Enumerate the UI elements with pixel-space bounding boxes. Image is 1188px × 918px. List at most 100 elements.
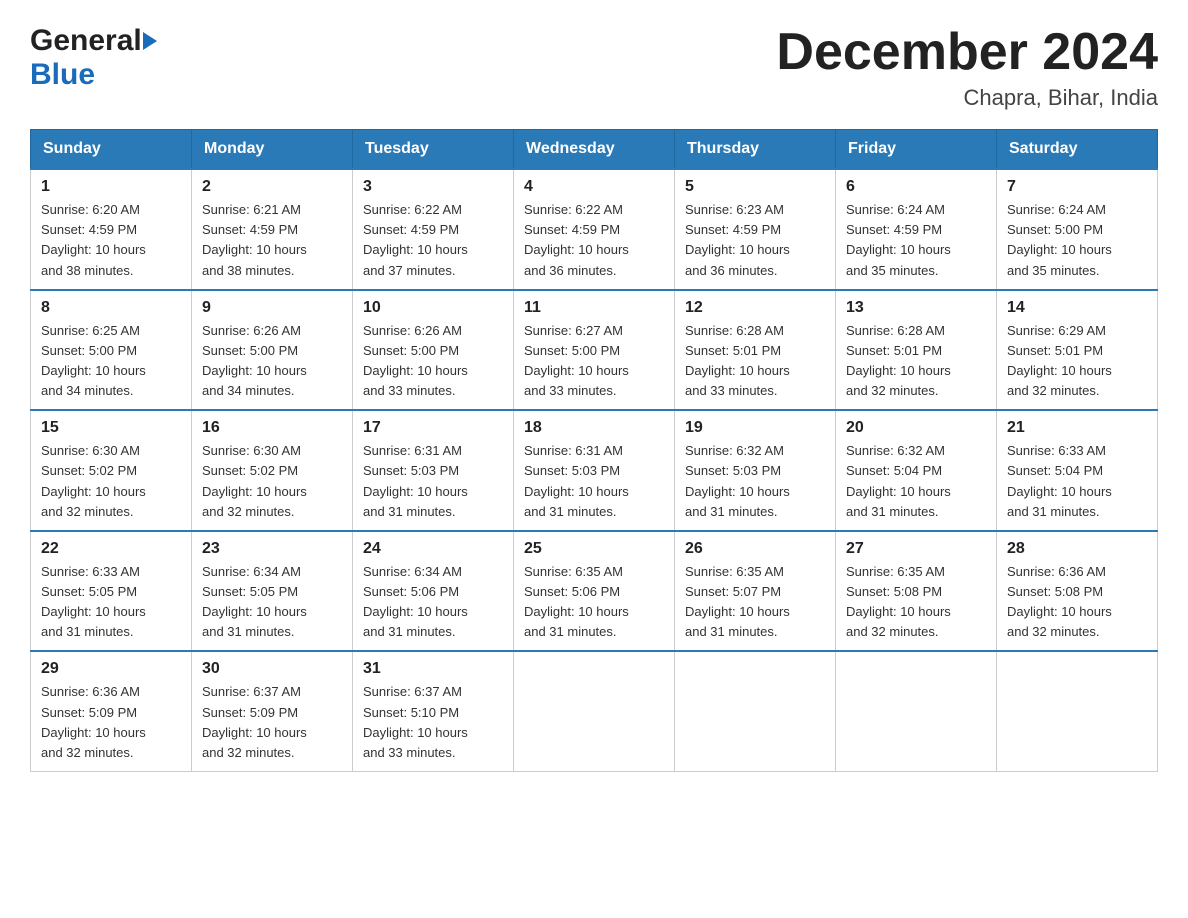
page-header: General Blue December 2024 Chapra, Bihar…	[30, 24, 1158, 111]
day-info: Sunrise: 6:21 AM Sunset: 4:59 PM Dayligh…	[202, 200, 342, 281]
title-section: December 2024 Chapra, Bihar, India	[776, 24, 1158, 111]
calendar-header-friday: Friday	[836, 130, 997, 170]
calendar-header-sunday: Sunday	[31, 130, 192, 170]
day-number: 24	[363, 540, 503, 558]
calendar-cell: 14 Sunrise: 6:29 AM Sunset: 5:01 PM Dayl…	[997, 290, 1158, 411]
calendar-cell: 21 Sunrise: 6:33 AM Sunset: 5:04 PM Dayl…	[997, 410, 1158, 531]
day-info: Sunrise: 6:36 AM Sunset: 5:08 PM Dayligh…	[1007, 562, 1147, 643]
day-number: 12	[685, 299, 825, 317]
day-number: 11	[524, 299, 664, 317]
day-info: Sunrise: 6:26 AM Sunset: 5:00 PM Dayligh…	[202, 321, 342, 402]
day-info: Sunrise: 6:33 AM Sunset: 5:04 PM Dayligh…	[1007, 441, 1147, 522]
calendar-cell: 17 Sunrise: 6:31 AM Sunset: 5:03 PM Dayl…	[353, 410, 514, 531]
day-info: Sunrise: 6:35 AM Sunset: 5:07 PM Dayligh…	[685, 562, 825, 643]
day-number: 19	[685, 419, 825, 437]
day-number: 29	[41, 660, 181, 678]
calendar-cell: 20 Sunrise: 6:32 AM Sunset: 5:04 PM Dayl…	[836, 410, 997, 531]
calendar-cell: 11 Sunrise: 6:27 AM Sunset: 5:00 PM Dayl…	[514, 290, 675, 411]
calendar-cell: 12 Sunrise: 6:28 AM Sunset: 5:01 PM Dayl…	[675, 290, 836, 411]
day-info: Sunrise: 6:25 AM Sunset: 5:00 PM Dayligh…	[41, 321, 181, 402]
calendar-cell: 28 Sunrise: 6:36 AM Sunset: 5:08 PM Dayl…	[997, 531, 1158, 652]
day-info: Sunrise: 6:30 AM Sunset: 5:02 PM Dayligh…	[41, 441, 181, 522]
calendar-table: SundayMondayTuesdayWednesdayThursdayFrid…	[30, 129, 1158, 772]
calendar-cell	[675, 651, 836, 771]
calendar-cell	[997, 651, 1158, 771]
day-info: Sunrise: 6:22 AM Sunset: 4:59 PM Dayligh…	[363, 200, 503, 281]
day-info: Sunrise: 6:35 AM Sunset: 5:08 PM Dayligh…	[846, 562, 986, 643]
day-info: Sunrise: 6:34 AM Sunset: 5:06 PM Dayligh…	[363, 562, 503, 643]
calendar-week-row: 22 Sunrise: 6:33 AM Sunset: 5:05 PM Dayl…	[31, 531, 1158, 652]
calendar-cell: 30 Sunrise: 6:37 AM Sunset: 5:09 PM Dayl…	[192, 651, 353, 771]
day-info: Sunrise: 6:24 AM Sunset: 5:00 PM Dayligh…	[1007, 200, 1147, 281]
calendar-week-row: 29 Sunrise: 6:36 AM Sunset: 5:09 PM Dayl…	[31, 651, 1158, 771]
calendar-week-row: 1 Sunrise: 6:20 AM Sunset: 4:59 PM Dayli…	[31, 169, 1158, 290]
calendar-header-wednesday: Wednesday	[514, 130, 675, 170]
calendar-cell: 4 Sunrise: 6:22 AM Sunset: 4:59 PM Dayli…	[514, 169, 675, 290]
calendar-cell: 23 Sunrise: 6:34 AM Sunset: 5:05 PM Dayl…	[192, 531, 353, 652]
day-info: Sunrise: 6:34 AM Sunset: 5:05 PM Dayligh…	[202, 562, 342, 643]
calendar-cell: 6 Sunrise: 6:24 AM Sunset: 4:59 PM Dayli…	[836, 169, 997, 290]
calendar-cell: 31 Sunrise: 6:37 AM Sunset: 5:10 PM Dayl…	[353, 651, 514, 771]
day-number: 10	[363, 299, 503, 317]
day-number: 9	[202, 299, 342, 317]
calendar-cell: 5 Sunrise: 6:23 AM Sunset: 4:59 PM Dayli…	[675, 169, 836, 290]
day-info: Sunrise: 6:32 AM Sunset: 5:03 PM Dayligh…	[685, 441, 825, 522]
day-number: 4	[524, 178, 664, 196]
day-info: Sunrise: 6:24 AM Sunset: 4:59 PM Dayligh…	[846, 200, 986, 281]
day-number: 17	[363, 419, 503, 437]
day-number: 1	[41, 178, 181, 196]
day-number: 31	[363, 660, 503, 678]
day-info: Sunrise: 6:28 AM Sunset: 5:01 PM Dayligh…	[846, 321, 986, 402]
calendar-cell	[836, 651, 997, 771]
calendar-header-monday: Monday	[192, 130, 353, 170]
day-info: Sunrise: 6:33 AM Sunset: 5:05 PM Dayligh…	[41, 562, 181, 643]
day-number: 18	[524, 419, 664, 437]
calendar-cell: 19 Sunrise: 6:32 AM Sunset: 5:03 PM Dayl…	[675, 410, 836, 531]
calendar-cell: 16 Sunrise: 6:30 AM Sunset: 5:02 PM Dayl…	[192, 410, 353, 531]
day-number: 20	[846, 419, 986, 437]
calendar-cell: 2 Sunrise: 6:21 AM Sunset: 4:59 PM Dayli…	[192, 169, 353, 290]
day-number: 21	[1007, 419, 1147, 437]
calendar-header-tuesday: Tuesday	[353, 130, 514, 170]
calendar-cell: 25 Sunrise: 6:35 AM Sunset: 5:06 PM Dayl…	[514, 531, 675, 652]
day-number: 28	[1007, 540, 1147, 558]
calendar-week-row: 8 Sunrise: 6:25 AM Sunset: 5:00 PM Dayli…	[31, 290, 1158, 411]
day-number: 26	[685, 540, 825, 558]
day-info: Sunrise: 6:22 AM Sunset: 4:59 PM Dayligh…	[524, 200, 664, 281]
calendar-cell: 8 Sunrise: 6:25 AM Sunset: 5:00 PM Dayli…	[31, 290, 192, 411]
day-info: Sunrise: 6:26 AM Sunset: 5:00 PM Dayligh…	[363, 321, 503, 402]
calendar-cell: 26 Sunrise: 6:35 AM Sunset: 5:07 PM Dayl…	[675, 531, 836, 652]
calendar-cell: 15 Sunrise: 6:30 AM Sunset: 5:02 PM Dayl…	[31, 410, 192, 531]
day-number: 22	[41, 540, 181, 558]
day-info: Sunrise: 6:28 AM Sunset: 5:01 PM Dayligh…	[685, 321, 825, 402]
day-number: 30	[202, 660, 342, 678]
calendar-cell: 10 Sunrise: 6:26 AM Sunset: 5:00 PM Dayl…	[353, 290, 514, 411]
calendar-cell	[514, 651, 675, 771]
day-number: 8	[41, 299, 181, 317]
day-number: 16	[202, 419, 342, 437]
day-number: 6	[846, 178, 986, 196]
logo-general-text: General	[30, 24, 142, 58]
day-number: 15	[41, 419, 181, 437]
day-info: Sunrise: 6:29 AM Sunset: 5:01 PM Dayligh…	[1007, 321, 1147, 402]
calendar-cell: 24 Sunrise: 6:34 AM Sunset: 5:06 PM Dayl…	[353, 531, 514, 652]
day-info: Sunrise: 6:32 AM Sunset: 5:04 PM Dayligh…	[846, 441, 986, 522]
month-title: December 2024	[776, 24, 1158, 81]
calendar-header-thursday: Thursday	[675, 130, 836, 170]
logo-arrow-icon	[143, 32, 157, 50]
calendar-cell: 13 Sunrise: 6:28 AM Sunset: 5:01 PM Dayl…	[836, 290, 997, 411]
day-number: 14	[1007, 299, 1147, 317]
day-info: Sunrise: 6:20 AM Sunset: 4:59 PM Dayligh…	[41, 200, 181, 281]
calendar-cell: 1 Sunrise: 6:20 AM Sunset: 4:59 PM Dayli…	[31, 169, 192, 290]
logo-blue-text: Blue	[30, 58, 95, 92]
calendar-cell: 27 Sunrise: 6:35 AM Sunset: 5:08 PM Dayl…	[836, 531, 997, 652]
day-info: Sunrise: 6:23 AM Sunset: 4:59 PM Dayligh…	[685, 200, 825, 281]
logo: General Blue	[30, 24, 157, 92]
day-info: Sunrise: 6:31 AM Sunset: 5:03 PM Dayligh…	[524, 441, 664, 522]
calendar-cell: 3 Sunrise: 6:22 AM Sunset: 4:59 PM Dayli…	[353, 169, 514, 290]
calendar-cell: 18 Sunrise: 6:31 AM Sunset: 5:03 PM Dayl…	[514, 410, 675, 531]
location-text: Chapra, Bihar, India	[776, 85, 1158, 111]
day-number: 5	[685, 178, 825, 196]
day-info: Sunrise: 6:31 AM Sunset: 5:03 PM Dayligh…	[363, 441, 503, 522]
day-info: Sunrise: 6:27 AM Sunset: 5:00 PM Dayligh…	[524, 321, 664, 402]
